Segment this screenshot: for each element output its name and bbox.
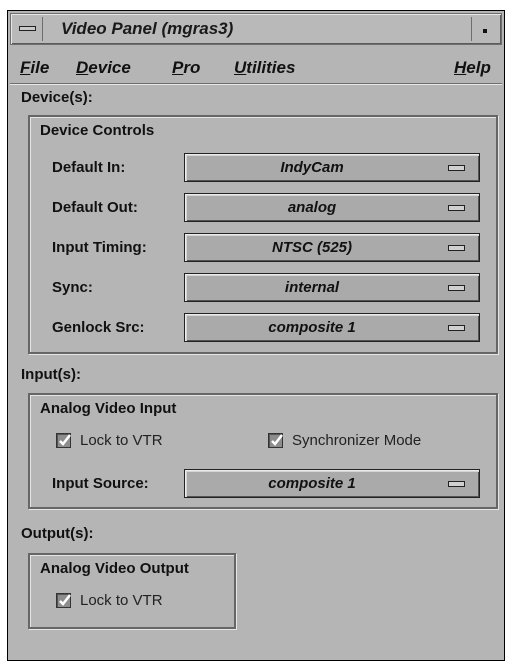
analog-video-output-group: Analog Video Output Lock to VTR: [28, 553, 236, 629]
input-timing-label: Input Timing:: [52, 239, 147, 256]
menu-bar: File Device Pro Utilities Help: [10, 49, 502, 84]
device-controls-title: Device Controls: [40, 122, 155, 139]
menu-help[interactable]: Help: [454, 58, 491, 78]
default-in-value: IndyCam: [280, 159, 344, 176]
inputs-section-label: Input(s):: [21, 366, 81, 383]
default-out-value: analog: [287, 199, 337, 216]
input-timing-value: NTSC (525): [271, 239, 353, 256]
menu-utilities[interactable]: Utilities: [234, 58, 295, 78]
default-out-option-menu[interactable]: analog: [184, 193, 480, 222]
menu-file-mnemonic: F: [20, 58, 31, 77]
minimize-button[interactable]: [471, 17, 498, 41]
devices-section-label: Device(s):: [21, 89, 93, 106]
menu-help-mnemonic: H: [454, 58, 467, 77]
genlock-src-option-menu[interactable]: composite 1: [184, 313, 480, 342]
input-lock-to-vtr-label: Lock to VTR: [80, 432, 163, 449]
device-controls-group: Device Controls Default In: IndyCam Defa…: [28, 115, 498, 354]
default-out-label: Default Out:: [52, 199, 138, 216]
menu-device-mnemonic: D: [76, 58, 89, 77]
menu-file[interactable]: File: [20, 58, 49, 78]
sync-value: internal: [284, 279, 340, 296]
default-in-label: Default In:: [52, 159, 126, 176]
menu-utilities-label: tilities: [246, 58, 296, 77]
sync-option-menu[interactable]: internal: [184, 273, 480, 302]
input-source-label: Input Source:: [52, 475, 149, 492]
output-lock-to-vtr-label: Lock to VTR: [80, 592, 163, 609]
option-menu-indicator-icon: [448, 245, 465, 251]
window-title: Video Panel (mgras3): [61, 19, 234, 38]
sync-label: Sync:: [52, 279, 93, 296]
window-menu-icon: [19, 26, 36, 31]
window-menu-button[interactable]: [14, 17, 43, 41]
outputs-section-label: Output(s):: [21, 525, 94, 542]
menu-device-label: evice: [88, 58, 131, 77]
checkbox-checked-icon: [56, 433, 71, 448]
genlock-src-value: composite 1: [268, 319, 356, 336]
input-source-option-menu[interactable]: composite 1: [184, 469, 480, 498]
title-bar[interactable]: Video Panel (mgras3): [10, 13, 502, 45]
menu-device[interactable]: Device: [76, 58, 131, 78]
video-panel-window: Video Panel (mgras3) File Device Pro Uti…: [7, 10, 505, 661]
analog-video-input-group: Analog Video Input Lock to VTR Synchroni…: [28, 393, 498, 509]
menu-pro-mnemonic: P: [172, 58, 184, 77]
synchronizer-mode-label: Synchronizer Mode: [292, 432, 422, 449]
option-menu-indicator-icon: [448, 325, 465, 331]
genlock-src-label: Genlock Src:: [52, 319, 145, 336]
option-menu-indicator-icon: [448, 481, 465, 487]
analog-video-output-title: Analog Video Output: [40, 560, 189, 577]
checkbox-checked-icon: [56, 593, 71, 608]
menu-pro[interactable]: Pro: [172, 58, 200, 78]
checkbox-checked-icon: [268, 433, 283, 448]
option-menu-indicator-icon: [448, 165, 465, 171]
option-menu-indicator-icon: [448, 205, 465, 211]
option-menu-indicator-icon: [448, 285, 465, 291]
input-timing-option-menu[interactable]: NTSC (525): [184, 233, 480, 262]
input-source-value: composite 1: [268, 475, 356, 492]
menu-utilities-mnemonic: U: [234, 58, 247, 77]
analog-video-input-title: Analog Video Input: [40, 400, 177, 417]
default-in-option-menu[interactable]: IndyCam: [184, 153, 480, 182]
menu-file-label: ile: [30, 58, 50, 77]
menu-pro-label: ro: [183, 58, 201, 77]
menu-help-label: elp: [466, 58, 491, 77]
minimize-icon: [483, 29, 487, 33]
